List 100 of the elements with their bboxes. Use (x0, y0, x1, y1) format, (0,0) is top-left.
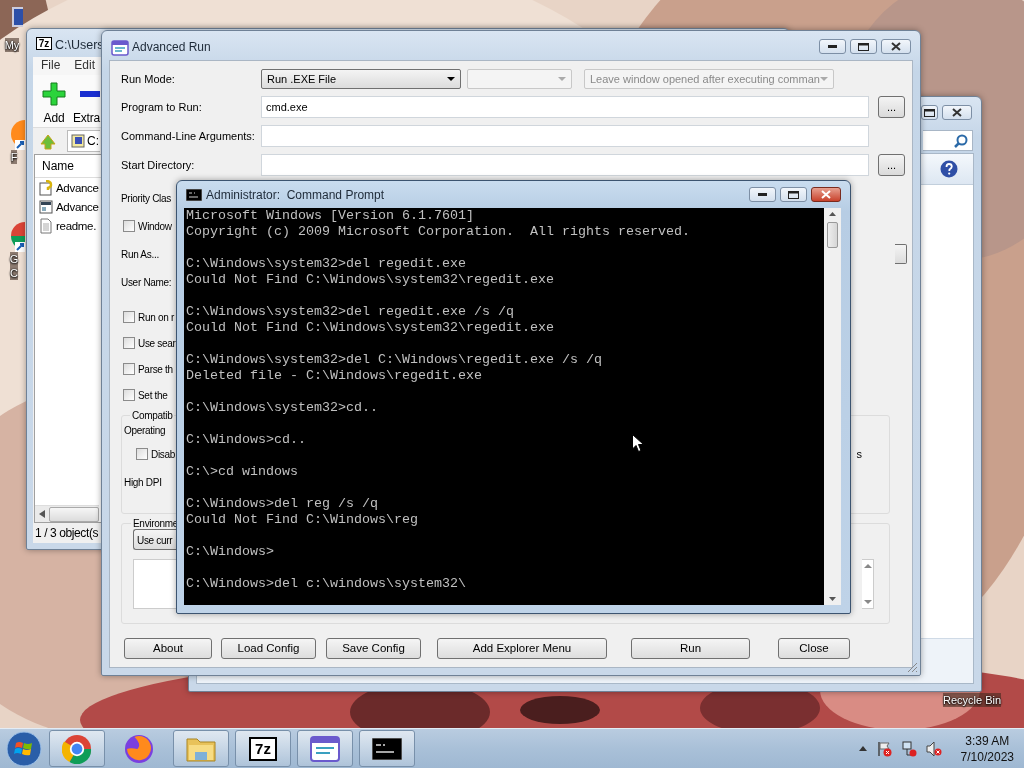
left-arrow-icon (39, 510, 45, 518)
console-line: Deleted file - C:\Windows\regedit.exe (186, 368, 482, 384)
text-field[interactable] (261, 124, 869, 147)
document-icon (39, 217, 53, 234)
console-line: C:\>cd windows (186, 464, 298, 480)
close-button[interactable] (942, 105, 972, 120)
field-value: cmd.exe (266, 100, 308, 113)
window-file-icon (39, 198, 53, 215)
toolbar-button[interactable]: Add (43, 111, 65, 125)
group-title: Environme (132, 518, 180, 529)
browser-icon (62, 733, 92, 764)
console-line: Copyright (c) 2009 Microsoft Corporation. All rights reserved. (186, 224, 690, 240)
checkbox[interactable] (136, 448, 148, 460)
plus-icon (41, 81, 67, 107)
toolbar-button[interactable]: Extra (73, 111, 100, 125)
maximize-button[interactable] (850, 39, 877, 54)
minimize-button[interactable] (749, 187, 776, 202)
field-label: Start Directory: (121, 158, 196, 171)
browse-button[interactable]: ... (878, 153, 905, 176)
checkbox[interactable] (123, 337, 135, 349)
console-line: Could Not Find C:\Windows\system32\regedit.exe (186, 320, 554, 336)
address-text: C: (87, 134, 99, 148)
status-text: 1 / 3 object(s (34, 525, 99, 542)
field-label: Operating (124, 424, 166, 436)
maximize-icon[interactable] (788, 190, 799, 199)
console-line: Could Not Find C:\Windows\system32\regedit.exe (186, 272, 554, 288)
help-icon[interactable] (940, 160, 958, 178)
console-line: C:\Windows>del reg /s /q (186, 496, 378, 512)
maximize-icon[interactable] (858, 42, 869, 51)
menu-item[interactable]: File (41, 58, 61, 75)
browse-button[interactable]: ... (878, 95, 905, 118)
dialog-button[interactable]: Load Config (221, 637, 316, 659)
vertical-scrollbar[interactable] (824, 208, 841, 605)
dialog-button[interactable]: Run (631, 637, 750, 659)
scroll-up-icon[interactable] (863, 564, 872, 568)
dropdown-value: Leave window opened after executing comman (590, 72, 820, 85)
vertical-scrollbar[interactable] (862, 559, 874, 609)
dialog-button[interactable]: Save Config (326, 637, 421, 659)
app-window-icon (111, 40, 129, 56)
taskbar-button[interactable] (359, 730, 415, 767)
close-button[interactable] (881, 39, 911, 54)
console-line: C:\Windows>cd.. (186, 432, 306, 448)
search-field[interactable] (923, 130, 973, 151)
window-title: Administrator: Command Prompt (206, 188, 385, 202)
clock[interactable]: 3:39 AM 7/10/2023 (960, 732, 1014, 765)
field-label: Command-Line Arguments: (121, 129, 256, 142)
minimize-button[interactable] (819, 39, 846, 54)
text-field[interactable] (261, 153, 869, 176)
field-label: User Name: (121, 276, 172, 288)
browser-icon (124, 733, 154, 764)
clock-time: 3:39 AM (965, 732, 1010, 749)
speaker-icon[interactable] (925, 740, 942, 757)
checkbox-label: Set the (138, 389, 168, 401)
close-icon[interactable] (891, 42, 901, 51)
dropdown-field[interactable] (895, 244, 907, 264)
file-name[interactable]: Advance (56, 200, 99, 213)
checkbox-label: Run on r (138, 311, 174, 323)
field-label: Run As... (121, 248, 159, 260)
console-icon (372, 737, 402, 760)
option-button[interactable]: Use curr (133, 529, 177, 550)
flag-icon[interactable] (875, 740, 892, 757)
caret-icon (820, 76, 828, 81)
close-button[interactable] (811, 187, 841, 202)
field-label: Priority Clas (121, 192, 171, 204)
file-name[interactable]: Advance (56, 181, 99, 194)
column-header[interactable]: Name (42, 159, 74, 173)
taskbar-button[interactable]: 7z (235, 730, 291, 767)
start-button[interactable] (6, 730, 42, 767)
close-icon[interactable] (952, 108, 962, 117)
scroll-thumb[interactable] (827, 222, 838, 248)
show-hidden-icons-icon[interactable] (858, 746, 867, 751)
scroll-up-icon[interactable] (829, 212, 836, 216)
dropdown-value: Run .EXE File (267, 72, 337, 85)
text-area[interactable] (133, 559, 177, 609)
field-label: High DPI (124, 476, 162, 488)
address-field[interactable]: C: (67, 130, 100, 152)
checkbox-label: Use sear (138, 337, 176, 349)
checkbox[interactable] (123, 311, 135, 323)
checkbox[interactable] (123, 389, 135, 401)
horizontal-scrollbar[interactable] (35, 505, 99, 522)
app-logo: 7z (36, 37, 52, 50)
checkbox-label: Window (138, 220, 172, 232)
checkbox[interactable] (123, 363, 135, 375)
icon-label: F (10, 150, 18, 164)
scroll-down-icon[interactable] (863, 600, 872, 604)
dialog-button[interactable]: Add Explorer Menu (437, 637, 607, 659)
console-line: C:\Windows\system32>del regedit.exe /s /q (186, 304, 514, 320)
dialog-button[interactable]: Close (778, 637, 850, 659)
file-name[interactable]: readme. (56, 219, 97, 232)
maximize-button[interactable] (780, 187, 807, 202)
dialog-button[interactable]: About (124, 637, 212, 659)
resize-grip-icon[interactable] (907, 662, 918, 673)
menu-item[interactable]: Edit (74, 58, 96, 75)
network-icon[interactable] (900, 740, 917, 757)
text-field[interactable]: cmd.exe (261, 95, 869, 118)
checkbox[interactable] (123, 220, 135, 232)
run-mode-dropdown[interactable]: Run .EXE File (261, 68, 461, 89)
checkbox-label: Disab (151, 448, 176, 460)
scroll-down-icon[interactable] (829, 597, 836, 601)
console-line: C:\Windows\system32>cd.. (186, 400, 378, 416)
